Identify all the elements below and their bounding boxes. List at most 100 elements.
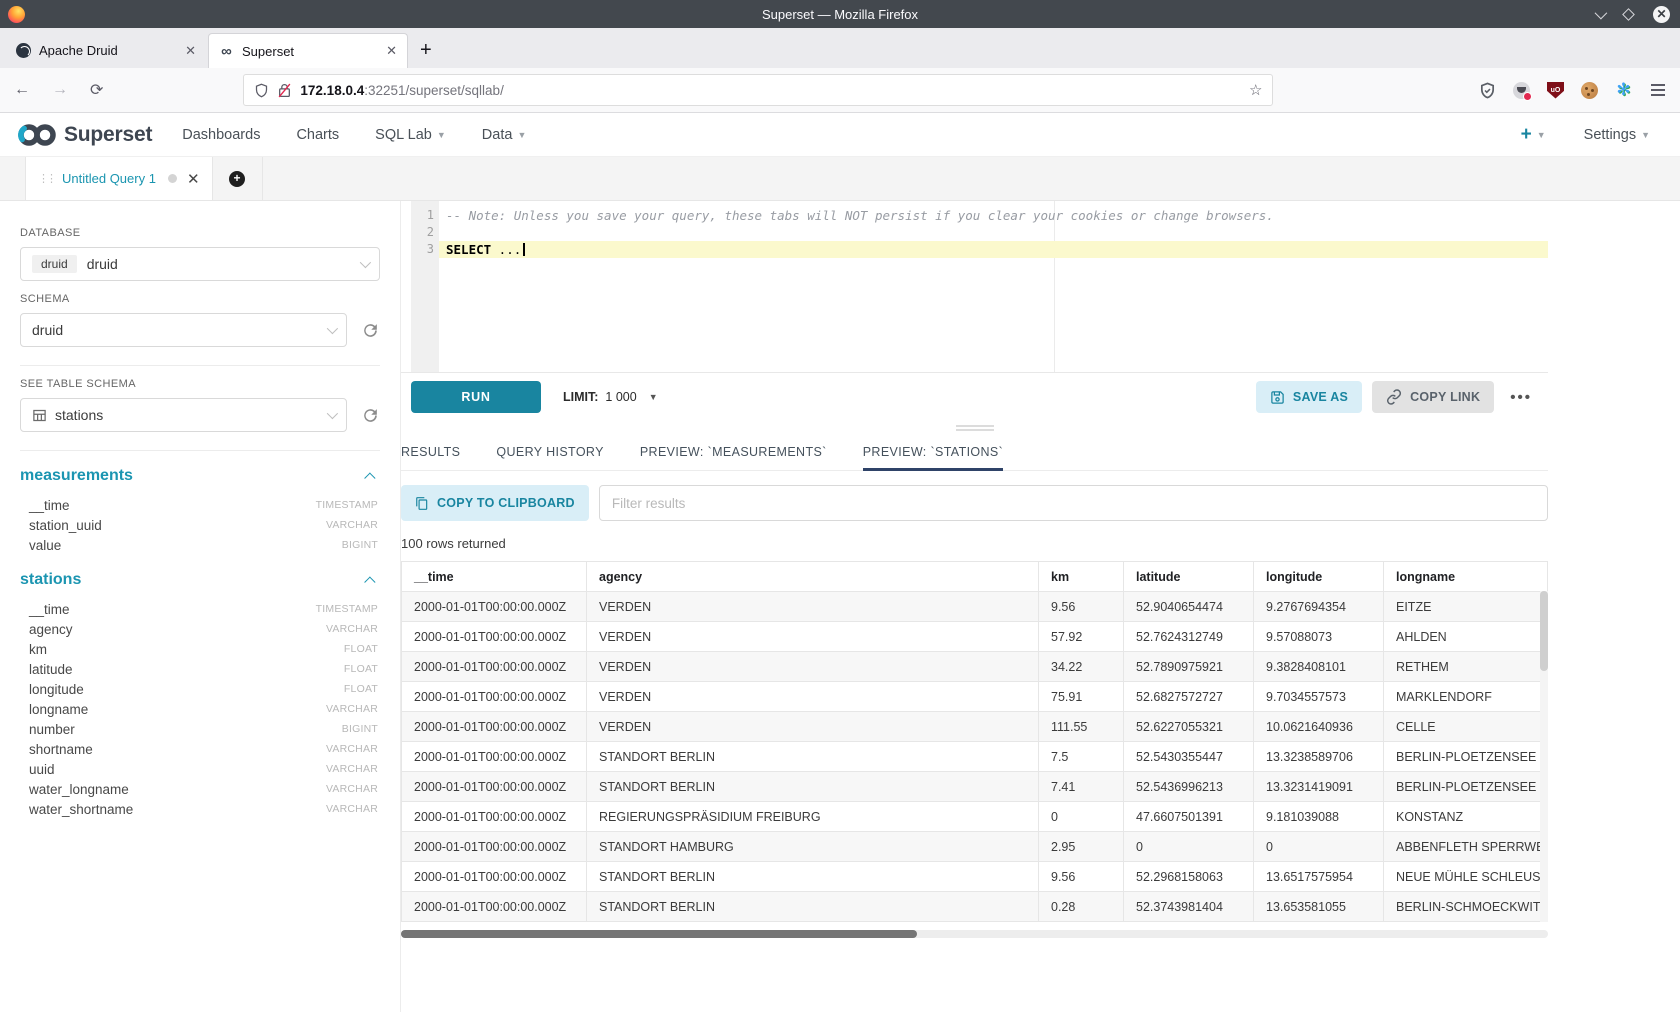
refresh-schema-icon[interactable] [361, 321, 380, 340]
schema-column-row: shortname VARCHAR [20, 739, 380, 759]
column-header[interactable]: __time [402, 562, 587, 592]
more-options-icon[interactable]: ••• [1504, 389, 1538, 406]
column-type: TIMESTAMP [316, 603, 378, 615]
sparkle-extension-icon[interactable]: ✻ [1615, 82, 1632, 99]
nav-sql-lab[interactable]: SQL Lab▼ [375, 127, 446, 143]
insecure-lock-icon[interactable] [278, 83, 291, 98]
refresh-table-icon[interactable] [361, 406, 380, 425]
table-select[interactable]: stations [20, 398, 347, 432]
cell-longitude: 9.2767694354 [1254, 592, 1384, 622]
query-tab-label: Untitled Query 1 [62, 171, 156, 186]
window-minimize-icon[interactable] [1595, 6, 1608, 19]
url-host: 172.18.0.4 [300, 83, 364, 98]
reload-button[interactable]: ⟳ [90, 80, 103, 100]
sqllab-main: 123 -- Note: Unless you save your query,… [400, 201, 1548, 1012]
plus-circle-icon: + [229, 171, 245, 187]
add-new-button[interactable]: +▼ [1521, 124, 1546, 146]
nav-dashboards[interactable]: Dashboards [182, 127, 260, 143]
new-query-tab-button[interactable]: + [213, 157, 263, 200]
run-button[interactable]: RUN [411, 381, 541, 413]
chevron-up-icon[interactable] [364, 472, 375, 483]
url-bar[interactable]: 172.18.0.4 :32251/superset/sqllab/ ☆ [243, 74, 1273, 106]
shield-permissions-icon[interactable] [254, 83, 269, 98]
copy-to-clipboard-button[interactable]: COPY TO CLIPBOARD [401, 485, 589, 521]
table-row: 2000-01-01T00:00:00.000Z VERDEN 9.56 52.… [402, 592, 1548, 622]
chevron-down-icon: ▼ [517, 130, 526, 140]
window-close-icon[interactable]: ✕ [1653, 6, 1670, 23]
ublock-extension-icon[interactable]: uO [1547, 82, 1564, 99]
column-name: longname [29, 702, 88, 717]
superset-navbar: Superset Dashboards Charts SQL Lab▼ Data… [0, 113, 1680, 157]
tab-preview-measurements[interactable]: PREVIEW: `MEASUREMENTS` [640, 433, 827, 470]
firefox-logo-icon [8, 6, 25, 23]
cell-agency: STANDORT BERLIN [587, 862, 1039, 892]
forward-button[interactable]: → [52, 81, 68, 99]
column-header[interactable]: km [1039, 562, 1124, 592]
schema-column-row: uuid VARCHAR [20, 759, 380, 779]
cell-agency: STANDORT BERLIN [587, 742, 1039, 772]
column-header[interactable]: latitude [1124, 562, 1254, 592]
browser-tab-apache-druid[interactable]: Apache Druid ✕ [6, 33, 206, 68]
column-type: FLOAT [344, 683, 378, 695]
cookie-extension-icon[interactable] [1581, 82, 1598, 99]
url-path: :32251/superset/sqllab/ [364, 83, 504, 98]
cell-longitude: 10.0621640936 [1254, 712, 1384, 742]
query-tab-untitled-1[interactable]: ⋮⋮ Untitled Query 1 ✕ [25, 157, 213, 200]
cell-time: 2000-01-01T00:00:00.000Z [402, 592, 587, 622]
proton-pass-extension-icon[interactable] [1479, 82, 1496, 99]
column-name: __time [29, 602, 70, 617]
back-button[interactable]: ← [14, 81, 30, 99]
limit-dropdown[interactable]: LIMIT: 1 000 ▼ [563, 390, 658, 404]
pane-resizer[interactable] [401, 421, 1548, 433]
cell-km: 7.41 [1039, 772, 1124, 802]
column-header[interactable]: longname [1384, 562, 1548, 592]
copy-link-button[interactable]: COPY LINK [1372, 381, 1494, 413]
column-type: VARCHAR [326, 803, 378, 815]
superset-logo[interactable] [16, 121, 58, 149]
cell-latitude: 52.5430355447 [1124, 742, 1254, 772]
vertical-scrollbar[interactable] [1540, 591, 1548, 922]
horizontal-scrollbar[interactable] [401, 930, 1548, 938]
settings-menu[interactable]: Settings▼ [1584, 127, 1650, 143]
tab-results[interactable]: RESULTS [401, 433, 460, 470]
sql-editor[interactable]: 123 -- Note: Unless you save your query,… [401, 201, 1548, 373]
schema-column-row: longitude FLOAT [20, 679, 380, 699]
table-schema-label: SEE TABLE SCHEMA [20, 378, 380, 390]
query-tab-close-icon[interactable]: ✕ [187, 170, 200, 188]
schema-table-name: stations [20, 571, 81, 589]
cell-agency: VERDEN [587, 622, 1039, 652]
chevron-down-icon: ▼ [649, 392, 658, 402]
drag-handle-icon[interactable] [956, 425, 994, 433]
schema-value: druid [32, 322, 63, 338]
drag-grip-icon[interactable]: ⋮⋮ [38, 172, 54, 185]
browser-tab-superset[interactable]: ∞ Superset ✕ [208, 33, 408, 68]
tab-close-icon[interactable]: ✕ [386, 43, 397, 59]
new-tab-button[interactable]: + [420, 39, 432, 62]
save-as-button[interactable]: SAVE AS [1256, 381, 1362, 413]
schema-section-stations[interactable]: stations [20, 571, 380, 589]
menu-hamburger-icon[interactable] [1649, 82, 1666, 99]
column-header[interactable]: longitude [1254, 562, 1384, 592]
chevron-down-icon: ▼ [1641, 130, 1650, 140]
cell-km: 0.28 [1039, 892, 1124, 922]
brand-name[interactable]: Superset [64, 123, 152, 147]
query-tabbar: ⋮⋮ Untitled Query 1 ✕ + [0, 157, 1680, 201]
browser-tabstrip: Apache Druid ✕ ∞ Superset ✕ + [0, 28, 1680, 68]
column-header[interactable]: agency [587, 562, 1039, 592]
filter-results-input[interactable] [599, 485, 1548, 521]
tab-query-history[interactable]: QUERY HISTORY [496, 433, 603, 470]
nav-data[interactable]: Data▼ [482, 127, 527, 143]
tab-close-icon[interactable]: ✕ [185, 43, 196, 59]
chevron-down-icon [327, 323, 338, 334]
database-select[interactable]: druid druid [20, 247, 380, 281]
schema-section-measurements[interactable]: measurements [20, 467, 380, 485]
cell-km: 111.55 [1039, 712, 1124, 742]
window-restore-icon[interactable] [1622, 8, 1635, 21]
chevron-up-icon[interactable] [364, 576, 375, 587]
tab-preview-stations[interactable]: PREVIEW: `STATIONS` [863, 433, 1003, 470]
schema-select[interactable]: druid [20, 313, 347, 347]
containers-extension-icon[interactable] [1513, 82, 1530, 99]
nav-charts[interactable]: Charts [296, 127, 339, 143]
bookmark-star-icon[interactable]: ☆ [1249, 81, 1262, 99]
browser-tab-label: Superset [242, 44, 294, 59]
